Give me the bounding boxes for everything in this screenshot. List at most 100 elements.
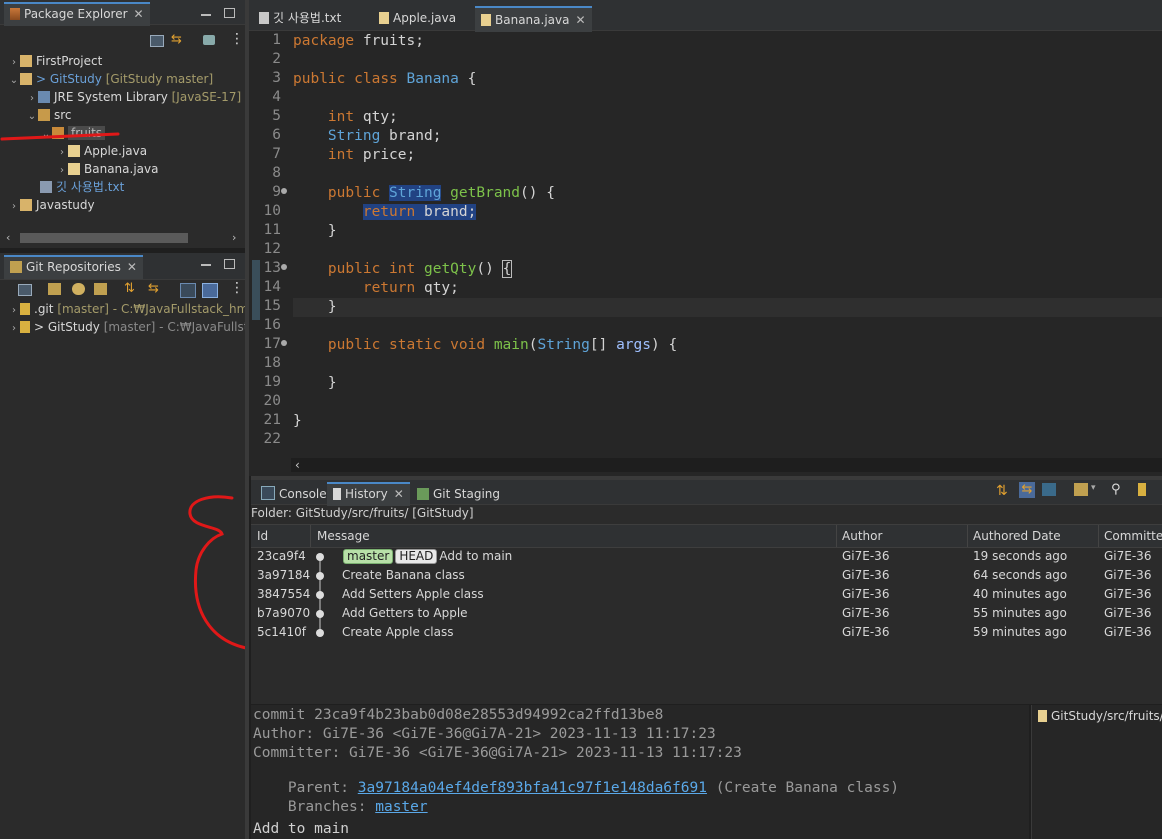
search-icon[interactable]: ⚲ [1111,482,1121,497]
expand-arrow-icon[interactable]: › [8,320,20,338]
dropdown-arrow-icon[interactable]: ▾ [1091,483,1096,493]
minimize-icon[interactable] [201,14,211,16]
line-number: 17 [263,336,281,352]
repo-item-git[interactable]: › .git [master] - C:₩JavaFullstack_hm₩ [8,300,260,318]
tree-item-label: > GitStudy [36,72,102,86]
add-repository-icon[interactable] [48,283,61,295]
tab-apple-java[interactable]: Apple.java [373,8,462,28]
tab-package-explorer[interactable]: Package Explorer ✕ [4,2,150,26]
hierarchical-icon[interactable] [180,283,196,298]
console-icon [261,486,275,500]
horizontal-divider[interactable] [251,476,1162,480]
link-selection-icon[interactable]: ⇆ [148,281,159,296]
line-number: 3 [272,70,281,86]
scroll-left-icon[interactable]: ‹ [6,231,10,244]
horizontal-scrollbar[interactable]: ‹ › [4,231,242,245]
close-icon[interactable]: ✕ [575,13,585,27]
expand-arrow-icon[interactable]: › [8,198,20,216]
tab-banana-java[interactable]: Banana.java ✕ [475,6,592,32]
table-row[interactable]: 5c1410f Create Apple class Gi7E-36 59 mi… [251,623,1162,642]
view-menu-icon[interactable]: ⋮ [230,280,244,296]
table-row[interactable]: 3a97184 Create Banana class Gi7E-36 64 s… [251,566,1162,585]
tree-item-jre[interactable]: › JRE System Library [JavaSE-17] [26,88,241,106]
close-icon[interactable]: ✕ [394,487,404,501]
scroll-left-icon[interactable]: ‹ [295,458,300,472]
line-number: 2 [272,51,281,67]
view-menu-icon[interactable]: ⋮ [230,32,244,46]
commit-date: 40 minutes ago [973,587,1067,601]
close-icon[interactable]: ✕ [127,260,137,274]
link-selection-icon[interactable]: ⇆ [1019,482,1035,498]
tree-item-label: Apple.java [84,144,148,158]
close-icon[interactable]: ✕ [134,7,144,21]
java-file-icon [1038,710,1047,722]
git-repositories-tabbar: Git Repositories ✕ [0,253,245,280]
tab-txt-file[interactable]: 깃 사용법.txt [253,8,347,28]
tab-git-staging[interactable]: Git Staging [411,484,506,504]
scrollbar-thumb[interactable] [20,233,188,243]
bottom-tab-label: Git Staging [433,487,501,501]
minimize-icon[interactable] [201,264,211,266]
tree-item-javastudy[interactable]: › Javastudy [8,196,95,214]
tree-item-apple[interactable]: › Apple.java [56,142,147,160]
commit-message-body[interactable]: Add to main [253,821,349,837]
scroll-right-icon[interactable]: › [232,231,236,244]
commit-committer: Gi7E-36 [1104,568,1152,582]
refresh-icon[interactable]: ⇅ [124,281,135,296]
code-token: return [362,280,416,296]
git-repository-icon [10,261,22,273]
link-editor-icon[interactable]: ⇆ [171,33,185,47]
tab-console[interactable]: Console [255,484,333,504]
line-number: 1 [272,32,281,48]
tree-item-firstproject[interactable]: › FirstProject [8,52,102,70]
collapse-arrow-icon[interactable]: ⌄ [8,72,20,90]
maximize-icon[interactable] [224,8,235,18]
code-token: package [293,33,355,49]
clone-repository-icon[interactable] [72,283,85,295]
collapse-all-icon[interactable] [18,284,32,296]
create-repository-icon[interactable] [94,283,107,295]
column-header-committer[interactable]: Committer [1098,525,1162,547]
table-row[interactable]: 23ca9f4 master HEAD Add to main Gi7E-36 19… [251,547,1162,566]
column-header-authored-date[interactable]: Authored Date [967,525,1099,547]
editor-tab-label: Banana.java [495,13,570,27]
changed-file-item[interactable]: GitStudy/src/fruits/B [1038,709,1162,723]
collapse-all-icon[interactable] [150,35,164,47]
branch-link[interactable]: master [375,799,427,815]
code-token-selected: brand; [415,204,477,220]
tree-item-gitstudy[interactable]: ⌄ > GitStudy [GitStudy master] [8,70,213,88]
tab-git-repositories[interactable]: Git Repositories ✕ [4,255,143,279]
branches-label: Branches: [287,799,376,815]
column-header-author[interactable]: Author [836,525,968,547]
vertical-divider[interactable] [245,0,249,839]
refresh-icon[interactable]: ⇅ [996,483,1008,499]
fold-marker-icon[interactable] [281,188,287,194]
package-explorer-tabbar: Package Explorer ✕ [0,0,245,26]
tree-item-banana[interactable]: › Banana.java [56,160,158,178]
show-all-branches-icon[interactable] [1074,483,1088,496]
commit-hash-line[interactable]: commit 23ca9f4b23bab0d08e28553d94992ca2f… [253,707,663,723]
code-area[interactable]: package fruits; public class Banana { in… [293,32,1162,452]
tree-item-src[interactable]: ⌄ src [26,106,72,124]
fold-marker-icon[interactable] [281,340,287,346]
column-header-id[interactable]: Id [251,525,311,547]
table-row[interactable]: 3847554 Add Setters Apple class Gi7E-36 … [251,585,1162,604]
code-token: [] [589,337,617,353]
maximize-icon[interactable] [224,259,235,269]
compare-mode-icon[interactable] [1042,483,1056,496]
flat-layout-icon[interactable] [202,283,218,298]
head-badge[interactable]: HEAD [395,549,438,564]
fold-marker-icon[interactable] [281,264,287,270]
editor-horizontal-scrollbar[interactable]: ‹ [291,458,1162,472]
collapse-arrow-icon[interactable]: ⌄ [26,108,38,126]
tab-history[interactable]: History ✕ [327,482,410,506]
commit-author-line[interactable]: Author: Gi7E-36 <Gi7E-36@Gi7A-21> 2023-1… [253,726,716,742]
repository-filter-icon[interactable] [1138,483,1146,496]
repo-item-gitstudy[interactable]: › > GitStudy [master] - C:₩JavaFullstac [8,318,262,336]
branch-badge[interactable]: master [343,549,394,564]
table-row[interactable]: b7a9070 Add Getters to Apple Gi7E-36 55 … [251,604,1162,623]
tree-item-txt[interactable]: 깃 사용법.txt [40,178,124,196]
column-header-message[interactable]: Message [311,525,837,547]
filter-icon[interactable] [203,35,215,45]
commit-committer-line[interactable]: Committer: Gi7E-36 <Gi7E-36@Gi7A-21> 202… [253,745,742,761]
